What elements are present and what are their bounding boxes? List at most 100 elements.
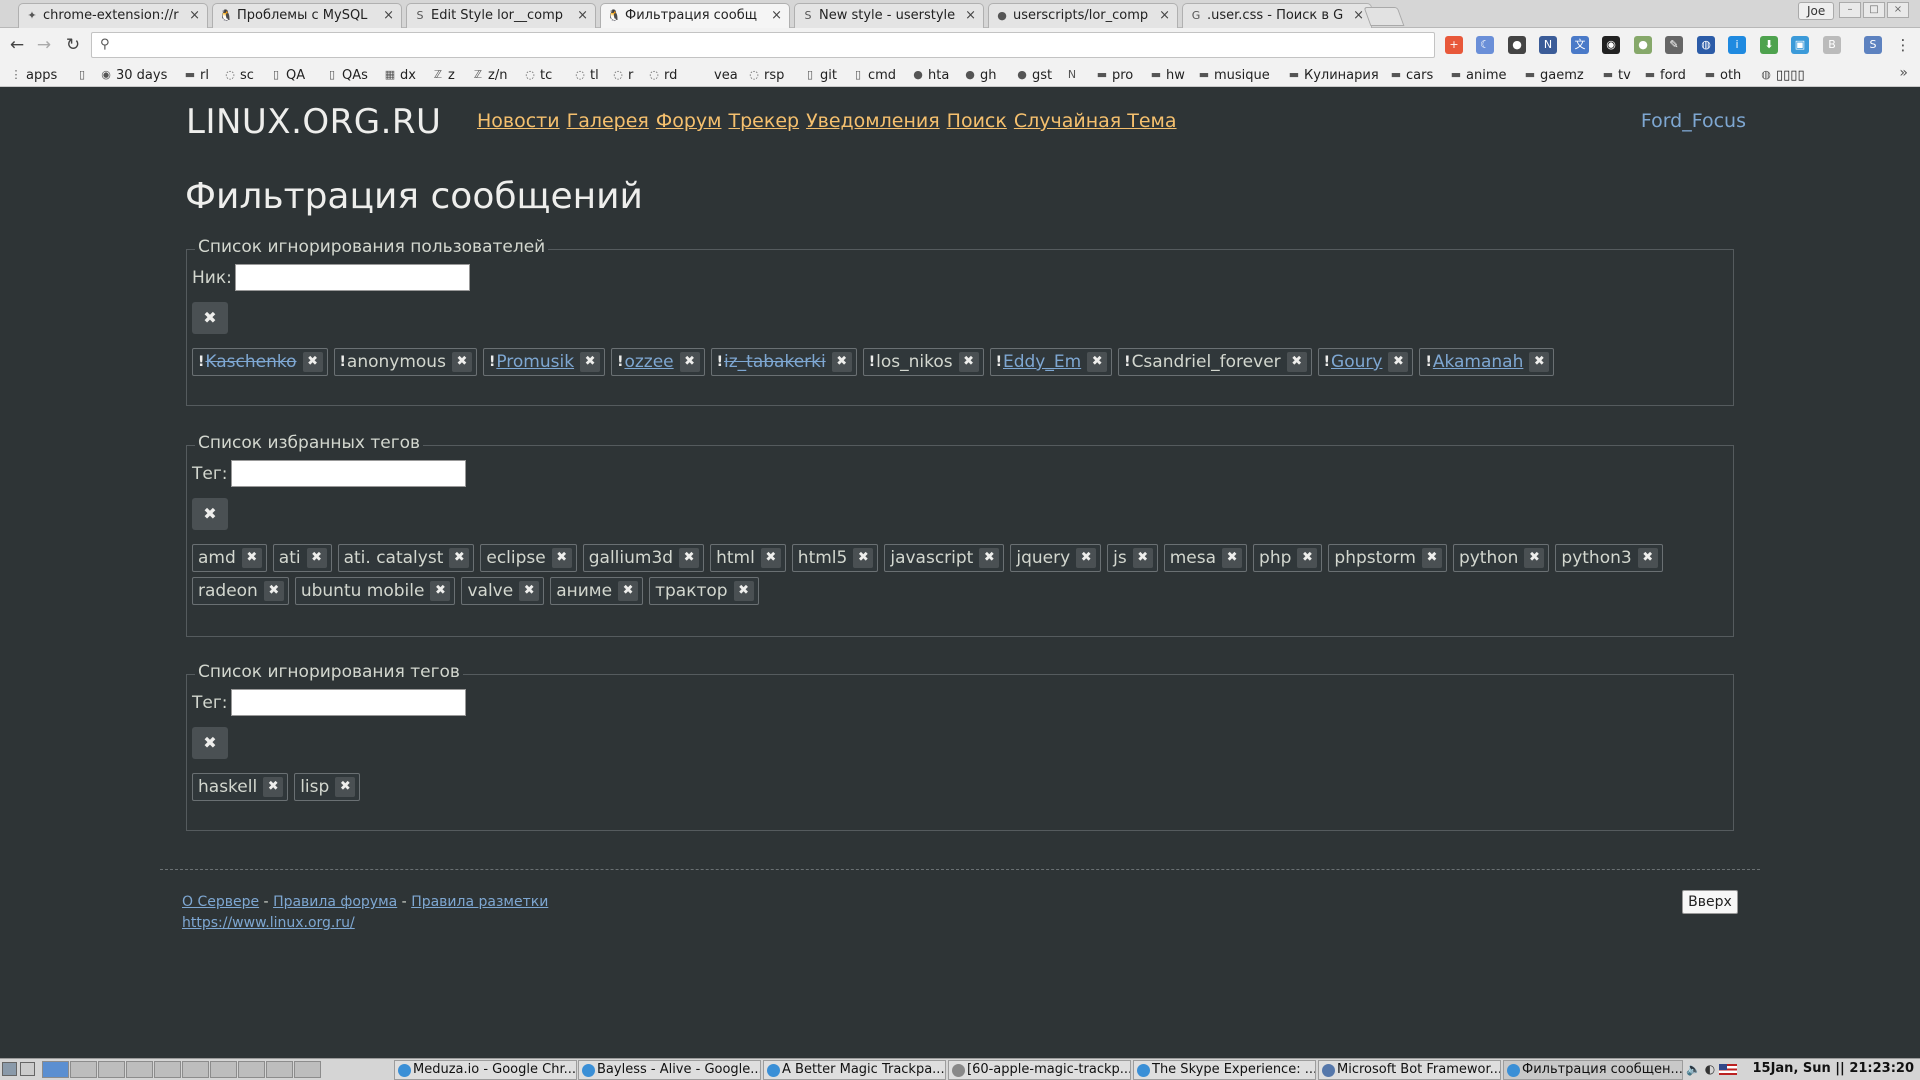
workspace-button[interactable] [266, 1061, 293, 1078]
remove-icon[interactable]: ✖ [618, 581, 639, 601]
ignored-user-chip-text[interactable]: Goury [1331, 352, 1382, 372]
bookmark-item[interactable]: ▬ ford [1644, 66, 1686, 84]
bookmark-item[interactable]: ▬ pro [1096, 66, 1133, 84]
volume-icon[interactable]: 🔈 [1686, 1062, 1701, 1076]
remove-icon[interactable]: ✖ [263, 581, 284, 601]
nav-link[interactable]: Новости [477, 110, 560, 132]
extension-b-icon[interactable]: B [1823, 36, 1841, 54]
bookmark-item[interactable]: ▬ cars [1390, 66, 1433, 84]
tab-close-icon[interactable]: × [577, 8, 588, 23]
address-bar[interactable]: ⚲ [91, 32, 1435, 58]
bookmark-item[interactable]: N [1066, 66, 1078, 84]
remove-icon[interactable]: ✖ [449, 548, 470, 568]
extension-circle-icon[interactable]: ● [1634, 36, 1652, 54]
browser-tab[interactable]: ✦ chrome-extension://r × [18, 3, 208, 28]
workspace-button[interactable] [42, 1061, 69, 1078]
extension-eyedropper-icon[interactable]: ✎ [1665, 36, 1683, 54]
remove-icon[interactable]: ✖ [760, 548, 781, 568]
remove-icon[interactable]: ✖ [1388, 352, 1409, 372]
extension-n-icon[interactable]: N [1539, 36, 1557, 54]
forward-button[interactable]: → [33, 34, 55, 56]
tab-close-icon[interactable]: × [383, 8, 394, 23]
bookmark-item[interactable]: ▬ anime [1450, 66, 1507, 84]
nick-input[interactable] [234, 264, 470, 291]
tab-close-icon[interactable]: × [1353, 8, 1364, 23]
add-ignored-user-button[interactable]: ✖ [192, 302, 228, 334]
bookmark-item[interactable]: ▯ git [804, 66, 837, 84]
remove-icon[interactable]: ✖ [241, 548, 262, 568]
footer-site-url[interactable]: https://www.linux.org.ru/ [182, 915, 355, 931]
bookmark-item[interactable]: ▯ QAs [326, 66, 368, 84]
taskbar-task[interactable]: Фильтрация сообщен... [1503, 1060, 1683, 1080]
bookmark-item[interactable]: ▬ musique [1198, 66, 1270, 84]
bookmark-item[interactable]: ◌ rd [648, 66, 677, 84]
user-profile-link[interactable]: Ford_Focus [1641, 110, 1746, 132]
remove-icon[interactable]: ✖ [1132, 548, 1153, 568]
workspace-button[interactable] [182, 1061, 209, 1078]
workspace-button[interactable] [70, 1061, 97, 1078]
nav-link[interactable]: Трекер [728, 110, 799, 132]
remove-icon[interactable]: ✖ [263, 777, 284, 797]
remove-icon[interactable]: ✖ [306, 548, 327, 568]
reload-button[interactable]: ↻ [62, 34, 84, 56]
workspace-button[interactable] [126, 1061, 153, 1078]
taskbar-task[interactable]: The Skype Experience: ... [1133, 1060, 1316, 1080]
extension-screen-icon[interactable]: ▣ [1791, 36, 1809, 54]
remove-icon[interactable]: ✖ [1297, 548, 1318, 568]
browser-tab[interactable]: 🐧 Фильтрация сообщ × [600, 3, 790, 29]
bookmark-item[interactable]: ▯ QA [270, 66, 305, 84]
workspace-button[interactable] [210, 1061, 237, 1078]
favorite-tag-input[interactable] [230, 460, 466, 487]
bookmark-item[interactable]: ▬ Кулинария [1288, 66, 1379, 84]
browser-tab[interactable]: 🐧 Проблемы с MySQL × [212, 3, 402, 28]
remove-icon[interactable]: ✖ [1524, 548, 1545, 568]
remove-icon[interactable]: ✖ [335, 777, 356, 797]
tab-close-icon[interactable]: × [189, 8, 200, 23]
footer-link-forum-rules[interactable]: Правила форума [273, 894, 397, 910]
workspace-button[interactable] [98, 1061, 125, 1078]
add-favorite-tag-button[interactable]: ✖ [192, 498, 228, 530]
ignored-user-chip-text[interactable]: Kaschenko [205, 352, 296, 372]
remove-icon[interactable]: ✖ [551, 548, 572, 568]
extension-translate-icon[interactable]: 文 [1571, 36, 1589, 54]
ignored-user-chip-text[interactable]: ozzee [624, 352, 673, 372]
taskbar-task[interactable]: [60-apple-magic-trackp... [948, 1060, 1131, 1080]
browser-tab[interactable]: ● userscripts/lor_comp × [988, 3, 1178, 28]
remove-icon[interactable]: ✖ [1637, 548, 1658, 568]
remove-icon[interactable]: ✖ [831, 352, 852, 372]
remove-icon[interactable]: ✖ [1529, 352, 1550, 372]
extension-info-icon[interactable]: i [1728, 36, 1746, 54]
footer-link-about[interactable]: О Сервере [182, 894, 259, 910]
taskbar-task[interactable]: A Better Magic Trackpa... [763, 1060, 946, 1080]
remove-icon[interactable]: ✖ [733, 581, 754, 601]
remove-icon[interactable]: ✖ [302, 352, 323, 372]
add-ignored-tag-button[interactable]: ✖ [192, 727, 228, 759]
extension-s-icon[interactable]: S [1864, 36, 1882, 54]
bookmark-item[interactable]: ● gh [964, 66, 996, 84]
bookmark-item[interactable]: ▦ dx [384, 66, 416, 84]
ignored-user-chip-text[interactable]: Promusik [496, 352, 574, 372]
nav-link[interactable]: Форум [656, 110, 722, 132]
start-menu-icon[interactable] [2, 1062, 17, 1076]
ignored-user-chip-text[interactable]: Eddy_Em [1003, 352, 1081, 372]
bookmark-item[interactable]: ◉ 30 days [100, 66, 167, 84]
bookmark-item[interactable]: ▬ tv [1602, 66, 1631, 84]
scroll-to-top-button[interactable]: Вверх [1682, 890, 1738, 914]
taskbar-task[interactable]: Bayless - Alive - Google... [578, 1060, 761, 1080]
remove-icon[interactable]: ✖ [979, 548, 1000, 568]
bookmark-item[interactable]: vea [714, 66, 738, 84]
bookmark-item[interactable]: ▯ [76, 66, 88, 84]
profile-button[interactable]: Joe [1798, 2, 1835, 20]
remove-icon[interactable]: ✖ [958, 352, 979, 372]
chrome-menu-icon[interactable]: ⋮ [1892, 34, 1914, 56]
taskbar-task[interactable]: Microsoft Bot Framewor... [1318, 1060, 1501, 1080]
browser-tab[interactable]: S Edit Style lor__comp × [406, 3, 596, 28]
taskbar-task[interactable]: Meduza.io - Google Chr... [394, 1060, 577, 1080]
browser-tab[interactable]: S New style - userstyle × [794, 3, 984, 28]
remove-icon[interactable]: ✖ [679, 352, 700, 372]
bookmark-item[interactable]: ◌ sc [224, 66, 254, 84]
bookmark-item[interactable]: ◌ tl [574, 66, 599, 84]
extension-moon-icon[interactable]: ☾ [1476, 36, 1494, 54]
ignore-tag-input[interactable] [230, 689, 466, 716]
remove-icon[interactable]: ✖ [679, 548, 700, 568]
